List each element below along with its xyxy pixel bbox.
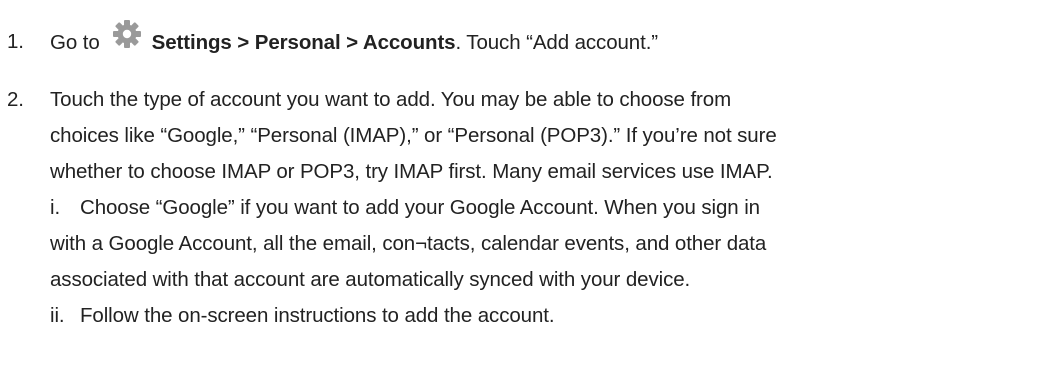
step-2-text: choices like “Google,” “Personal (IMAP),…	[50, 124, 777, 147]
step-1-suffix: . Touch “Add account.”	[455, 31, 659, 54]
step-2-text: Touch the type of account you want to ad…	[50, 88, 732, 111]
substep-label: ii.	[50, 304, 65, 327]
substep-text: Choose “Google” if you want to add your …	[80, 196, 760, 219]
step-1-text: Go to Settings > Personal > Accounts . T…	[50, 20, 659, 58]
substep-text: Follow the on-screen instructions to add…	[80, 304, 555, 327]
instructions-document: 1. Go to Settings > Personal > Accounts …	[0, 0, 1037, 379]
substep-i-line-3: associated with that account are automat…	[50, 266, 690, 294]
substep-ii-line-1: ii. Follow the on-screen instructions to …	[50, 302, 555, 330]
step-2-text: whether to choose IMAP or POP3, try IMAP…	[50, 160, 773, 183]
step-number: 2.	[7, 88, 24, 111]
substep-i-line-1: i. Choose “Google” if you want to add you…	[50, 194, 760, 222]
substep-text: with a Google Account, all the email, co…	[50, 232, 767, 255]
settings-path: Settings > Personal > Accounts	[151, 31, 456, 54]
gear-icon	[112, 19, 142, 49]
substep-i-line-2: with a Google Account, all the email, co…	[50, 230, 766, 258]
substep-label: i.	[50, 196, 61, 219]
step-number: 1.	[7, 30, 24, 53]
substep-text: associated with that account are automat…	[50, 268, 691, 291]
step-1-prefix: Go to	[50, 31, 100, 54]
